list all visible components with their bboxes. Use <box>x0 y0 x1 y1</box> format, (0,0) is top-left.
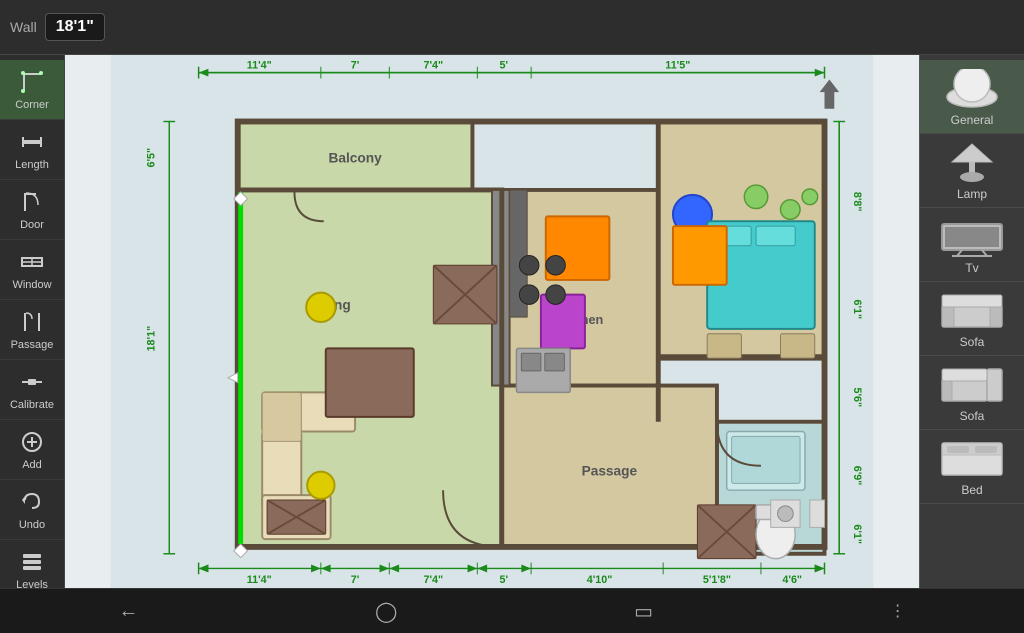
sofa2-preview <box>937 362 1007 407</box>
general-label: General <box>951 113 994 127</box>
tool-window[interactable]: Window <box>0 240 64 300</box>
add-label: Add <box>22 459 42 471</box>
sofa1-label: Sofa <box>960 335 985 349</box>
svg-text:Passage: Passage <box>582 464 638 479</box>
svg-text:5': 5' <box>499 60 508 72</box>
tool-levels[interactable]: Levels <box>0 540 64 588</box>
svg-text:18'1": 18'1" <box>146 326 158 352</box>
tool-door[interactable]: Door <box>0 180 64 240</box>
left-sidebar: Corner Length Door Window Passage <box>0 55 65 588</box>
tool-length[interactable]: Length <box>0 120 64 180</box>
svg-text:11'4": 11'4" <box>247 60 272 72</box>
svg-text:7': 7' <box>351 60 360 72</box>
levels-label: Levels <box>16 579 48 588</box>
svg-text:6'5": 6'5" <box>146 148 158 168</box>
tool-corner[interactable]: Corner <box>0 60 64 120</box>
wall-value-display: 18'1" <box>45 13 105 41</box>
svg-text:7'4": 7'4" <box>424 60 444 72</box>
svg-text:Balcony: Balcony <box>328 151 382 166</box>
furniture-sofa1[interactable]: Sofa <box>920 282 1024 356</box>
svg-text:11'4": 11'4" <box>247 574 272 586</box>
sofa2-label: Sofa <box>960 409 985 423</box>
floor-plan-svg: 11'4" 7' 7'4" 5' 11'5" 11'4" 7' 7'4" <box>65 55 919 588</box>
window-label: Window <box>12 279 51 291</box>
main-content: Corner Length Door Window Passage <box>0 55 1024 588</box>
svg-text:8'8": 8'8" <box>851 192 863 212</box>
door-label: Door <box>20 219 44 231</box>
svg-text:5': 5' <box>499 574 508 586</box>
svg-text:4'6": 4'6" <box>782 574 802 586</box>
svg-text:5'1'8": 5'1'8" <box>703 574 731 586</box>
tool-add[interactable]: Add <box>0 420 64 480</box>
length-label: Length <box>15 159 49 171</box>
undo-icon <box>18 488 46 516</box>
svg-text:7': 7' <box>351 574 360 586</box>
add-icon <box>18 428 46 456</box>
home-button[interactable]: ◯ <box>345 594 427 629</box>
svg-text:5'6": 5'6" <box>851 387 863 407</box>
tool-passage[interactable]: Passage <box>0 300 64 360</box>
furniture-sofa2[interactable]: Sofa <box>920 356 1024 430</box>
furniture-bed[interactable]: Bed <box>920 430 1024 504</box>
back-button[interactable]: ← <box>88 595 168 628</box>
recent-button[interactable]: ▭ <box>604 594 683 629</box>
calibrate-label: Calibrate <box>10 399 54 411</box>
corner-label: Corner <box>15 99 49 111</box>
passage-icon <box>18 308 46 336</box>
menu-button[interactable]: ⋮ <box>860 596 936 626</box>
lamp-preview <box>937 140 1007 185</box>
length-icon <box>18 128 46 156</box>
bottom-nav-bar: ← ◯ ▭ ⋮ <box>0 588 1024 633</box>
general-preview <box>937 66 1007 111</box>
svg-text:6'1": 6'1" <box>851 299 863 319</box>
corner-icon <box>18 68 46 96</box>
bed-preview <box>937 436 1007 481</box>
tv-preview <box>937 214 1007 259</box>
passage-label: Passage <box>11 339 54 351</box>
undo-label: Undo <box>19 519 45 531</box>
tv-label: Tv <box>965 261 978 275</box>
calibrate-icon <box>18 368 46 396</box>
furniture-general[interactable]: General <box>920 60 1024 134</box>
canvas-area[interactable]: 11'4" 7' 7'4" 5' 11'5" 11'4" 7' 7'4" <box>65 55 919 588</box>
svg-text:11'5": 11'5" <box>665 60 690 72</box>
svg-text:6'9": 6'9" <box>851 466 863 486</box>
door-icon <box>18 188 46 216</box>
bed-label: Bed <box>961 483 982 497</box>
svg-text:4'10": 4'10" <box>587 574 613 586</box>
tool-calibrate[interactable]: Calibrate <box>0 360 64 420</box>
wall-label: Wall <box>10 19 37 35</box>
right-sidebar: General Lamp T <box>919 55 1024 588</box>
top-bar: Wall 18'1" <box>0 0 1024 55</box>
lamp-label: Lamp <box>957 187 987 201</box>
svg-text:7'4": 7'4" <box>424 574 444 586</box>
window-icon <box>18 248 46 276</box>
levels-icon <box>18 548 46 576</box>
furniture-tv[interactable]: Tv <box>920 208 1024 282</box>
sofa1-preview <box>937 288 1007 333</box>
furniture-lamp[interactable]: Lamp <box>920 134 1024 208</box>
svg-text:6'1": 6'1" <box>851 524 863 544</box>
tool-undo[interactable]: Undo <box>0 480 64 540</box>
